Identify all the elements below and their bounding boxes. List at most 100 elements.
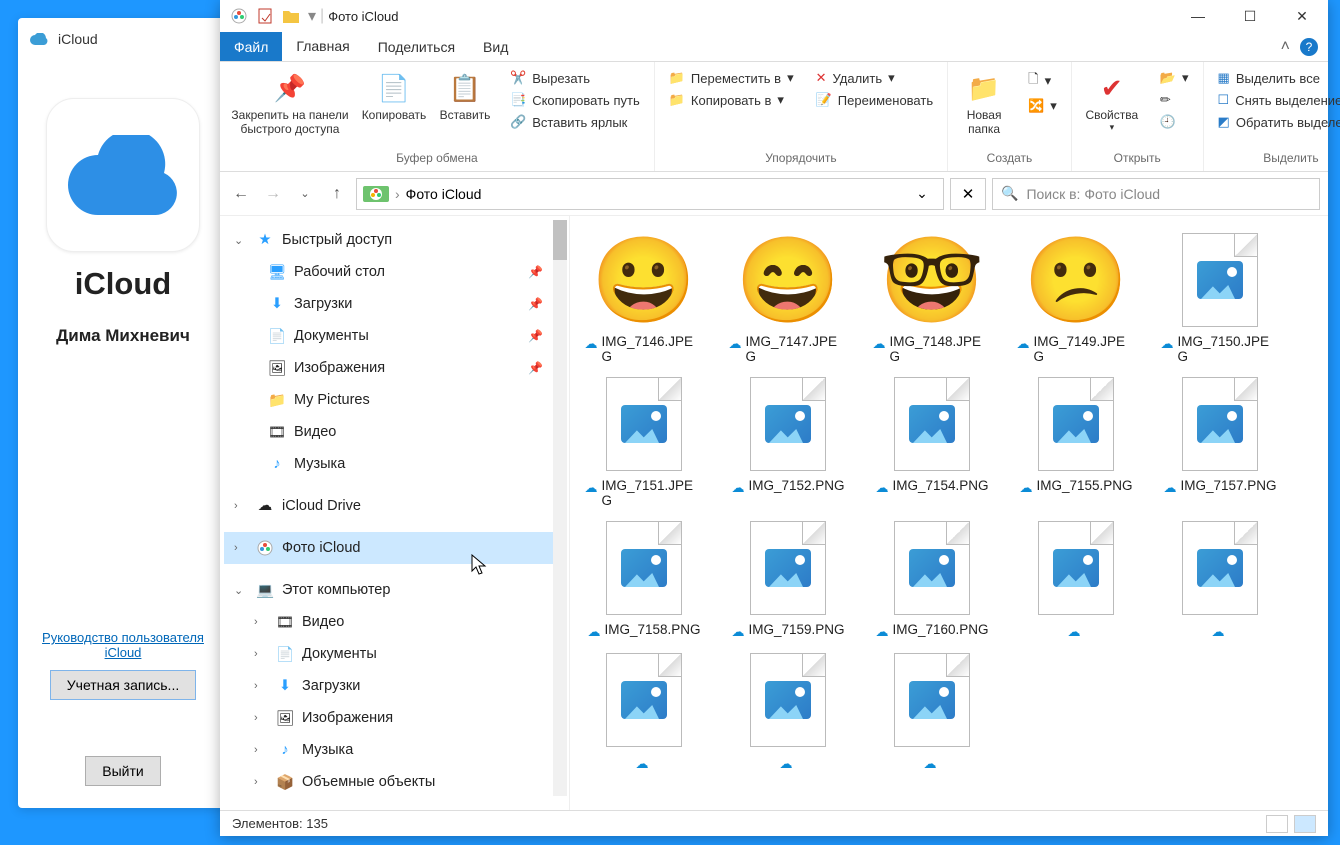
tree-pc-3d[interactable]: ›📦Объемные объекты bbox=[224, 766, 565, 798]
close-button[interactable]: ✕ bbox=[1276, 0, 1328, 32]
copy-to-button[interactable]: 📁Копировать в ▾ bbox=[665, 90, 798, 110]
new-folder-button[interactable]: 📁 Новая папка bbox=[958, 68, 1010, 136]
paste-shortcut-button[interactable]: 🔗Вставить ярлык bbox=[506, 112, 644, 132]
tree-quick-access[interactable]: ⌄★Быстрый доступ bbox=[224, 224, 565, 256]
explorer-titlebar: ▾ | Фото iCloud — ☐ ✕ bbox=[220, 0, 1328, 32]
file-item[interactable]: 😄☁IMG_7147.JPEG bbox=[724, 230, 852, 364]
file-item[interactable]: 😀☁IMG_7146.JPEG bbox=[580, 230, 708, 364]
file-item[interactable]: ☁ bbox=[580, 650, 708, 772]
tab-file[interactable]: Файл bbox=[220, 32, 282, 61]
file-item[interactable]: ☁ bbox=[724, 650, 852, 772]
file-item[interactable]: ☁ bbox=[1156, 518, 1284, 640]
cut-button[interactable]: ✂️Вырезать bbox=[506, 68, 644, 88]
address-dropdown[interactable]: ⌄ bbox=[907, 185, 937, 202]
copy-button[interactable]: 📄 Копировать bbox=[364, 68, 424, 122]
address-bar[interactable]: › Фото iCloud ⌄ bbox=[356, 178, 944, 210]
rename-icon: 📝 bbox=[816, 92, 832, 108]
file-item[interactable]: ☁ bbox=[868, 650, 996, 772]
tree-video[interactable]: 🎞Видео bbox=[224, 416, 565, 448]
tree-my-pictures[interactable]: 📁My Pictures bbox=[224, 384, 565, 416]
pin-quick-access-button[interactable]: 📌 Закрепить на панели быстрого доступа bbox=[230, 68, 350, 136]
select-none-button[interactable]: ☐Снять выделение bbox=[1214, 90, 1340, 110]
file-item[interactable]: ☁IMG_7152.PNG bbox=[724, 374, 852, 508]
delete-button[interactable]: ✕Удалить ▾ bbox=[812, 68, 938, 88]
tab-share[interactable]: Поделиться bbox=[364, 32, 469, 61]
file-name-label: IMG_7149.JPEG bbox=[1034, 334, 1136, 364]
view-details-button[interactable] bbox=[1266, 815, 1288, 833]
icloud-account-button[interactable]: Учетная запись... bbox=[50, 670, 196, 700]
minimize-button[interactable]: — bbox=[1172, 0, 1224, 32]
tree-pc-downloads[interactable]: ›⬇Загрузки bbox=[224, 670, 565, 702]
nav-recent-dropdown[interactable]: ⌄ bbox=[292, 181, 318, 207]
tree-documents[interactable]: 📄Документы📌 bbox=[224, 320, 565, 352]
nav-up-button[interactable]: ↑ bbox=[324, 181, 350, 207]
tree-pc-video[interactable]: ›🎞Видео bbox=[224, 606, 565, 638]
file-item[interactable]: ☁IMG_7155.PNG bbox=[1012, 374, 1140, 508]
tree-desktop[interactable]: 🖥Рабочий стол📌 bbox=[224, 256, 565, 288]
file-thumbnail bbox=[882, 650, 982, 750]
easy-access-button[interactable]: 🔀▾ bbox=[1024, 96, 1061, 116]
nav-refresh-button[interactable]: ✕ bbox=[950, 178, 986, 210]
cloud-status-icon: ☁ bbox=[585, 480, 598, 496]
new-item-button[interactable]: 🗋▾ bbox=[1024, 68, 1061, 94]
file-item[interactable]: ☁IMG_7157.PNG bbox=[1156, 374, 1284, 508]
icloud-window: iCloud iCloud Дима Михневич Руководство … bbox=[18, 18, 228, 808]
qat-folder-icon[interactable] bbox=[282, 7, 300, 25]
status-item-count: Элементов: 135 bbox=[232, 816, 328, 831]
tree-images[interactable]: 🖼Изображения📌 bbox=[224, 352, 565, 384]
file-item[interactable]: ☁ bbox=[1012, 518, 1140, 640]
file-item[interactable]: ☁IMG_7160.PNG bbox=[868, 518, 996, 640]
icloud-signout-button[interactable]: Выйти bbox=[85, 756, 160, 786]
new-item-icon: 🗋 bbox=[1028, 70, 1038, 92]
copy-path-button[interactable]: 📑Скопировать путь bbox=[506, 90, 644, 110]
edit-button[interactable]: ✏ bbox=[1156, 90, 1193, 110]
video-icon: 🎞 bbox=[268, 423, 286, 441]
nav-forward-button[interactable]: → bbox=[260, 181, 286, 207]
history-button[interactable]: 🕘 bbox=[1156, 112, 1193, 132]
qat-properties-icon[interactable] bbox=[256, 7, 274, 25]
invert-selection-button[interactable]: ◩Обратить выделение bbox=[1214, 112, 1340, 132]
file-item[interactable]: ☁IMG_7151.JPEG bbox=[580, 374, 708, 508]
file-item[interactable]: ☁IMG_7154.PNG bbox=[868, 374, 996, 508]
tab-view[interactable]: Вид bbox=[469, 32, 522, 61]
view-large-button[interactable] bbox=[1294, 815, 1316, 833]
icloud-cloud-icon bbox=[30, 30, 48, 48]
collapse-ribbon-icon[interactable]: ˄ bbox=[1281, 38, 1290, 56]
search-input[interactable]: 🔍 Поиск в: Фото iCloud bbox=[992, 178, 1320, 210]
icloud-guide-link[interactable]: Руководство пользователя iCloud bbox=[26, 630, 220, 660]
tree-pc-music[interactable]: ›♪Музыка bbox=[224, 734, 565, 766]
tree-this-pc[interactable]: ⌄💻Этот компьютер bbox=[224, 574, 565, 606]
tree-music[interactable]: ♪Музыка bbox=[224, 448, 565, 480]
copy-icon: 📄 bbox=[378, 68, 410, 108]
cloud-status-icon: ☁ bbox=[875, 624, 888, 640]
file-item[interactable]: 😕☁IMG_7149.JPEG bbox=[1012, 230, 1140, 364]
cloud-status-icon: ☁ bbox=[1212, 624, 1225, 640]
select-all-button[interactable]: ▦Выделить все bbox=[1214, 68, 1340, 88]
image-file-icon bbox=[750, 377, 826, 471]
image-file-icon bbox=[1038, 377, 1114, 471]
music-icon: ♪ bbox=[276, 741, 294, 759]
rename-button[interactable]: 📝Переименовать bbox=[812, 90, 938, 110]
help-icon[interactable]: ? bbox=[1300, 38, 1318, 56]
open-dropdown-button[interactable]: 📂▾ bbox=[1156, 68, 1193, 88]
properties-button[interactable]: ✔ Свойства▾ bbox=[1082, 68, 1142, 133]
maximize-button[interactable]: ☐ bbox=[1224, 0, 1276, 32]
file-item[interactable]: ☁IMG_7159.PNG bbox=[724, 518, 852, 640]
tree-pc-images[interactable]: ›🖼Изображения bbox=[224, 702, 565, 734]
tree-scrollbar[interactable] bbox=[553, 220, 567, 796]
tree-icloud-photo[interactable]: ›Фото iCloud bbox=[224, 532, 565, 564]
nav-back-button[interactable]: ← bbox=[228, 181, 254, 207]
file-item[interactable]: ☁IMG_7158.PNG bbox=[580, 518, 708, 640]
file-item[interactable]: ☁IMG_7150.JPEG bbox=[1156, 230, 1284, 364]
move-to-button[interactable]: 📁Переместить в ▾ bbox=[665, 68, 798, 88]
file-item[interactable]: 🤓☁IMG_7148.JPEG bbox=[868, 230, 996, 364]
tree-icloud-drive[interactable]: ›☁iCloud Drive bbox=[224, 490, 565, 522]
tab-home[interactable]: Главная bbox=[282, 32, 363, 61]
breadcrumb-separator: › bbox=[395, 186, 400, 202]
tree-downloads[interactable]: ⬇Загрузки📌 bbox=[224, 288, 565, 320]
tree-pc-documents[interactable]: ›📄Документы bbox=[224, 638, 565, 670]
paste-button[interactable]: 📋 Вставить bbox=[438, 68, 492, 122]
qat-photos-icon[interactable] bbox=[230, 7, 248, 25]
cloud-status-icon: ☁ bbox=[924, 756, 937, 772]
emoji-thumbnail: 😕 bbox=[1024, 238, 1129, 322]
